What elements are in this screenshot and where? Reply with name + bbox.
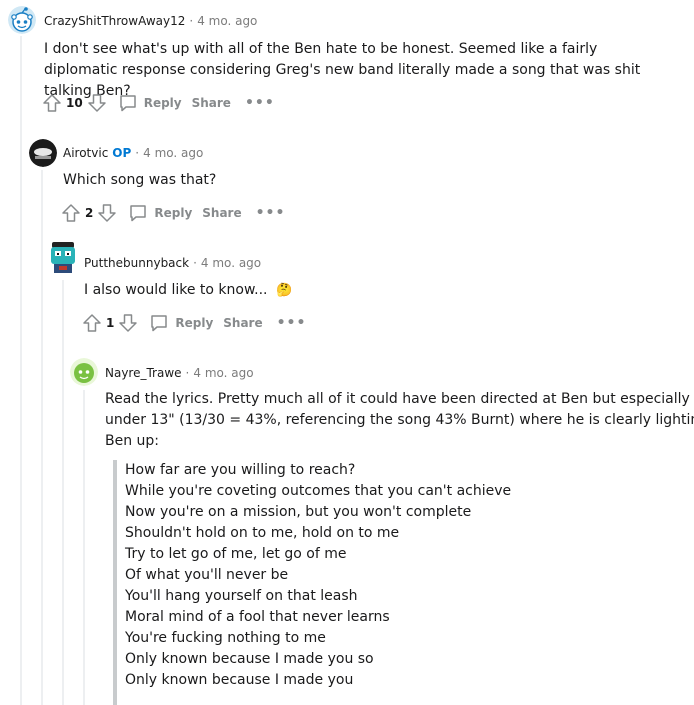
comment-bubble-icon [119, 95, 136, 112]
vote-score: 1 [106, 316, 115, 330]
upvote-arrow-icon [43, 94, 61, 112]
comment-actions: 1 Reply Share ••• [81, 311, 306, 335]
downvote-arrow-icon [87, 94, 106, 112]
downvote-button[interactable] [86, 92, 108, 114]
comment-body-line: Read the lyrics. Pretty much all of it c… [105, 391, 694, 407]
vote-score: 10 [66, 96, 83, 110]
avatar[interactable] [8, 6, 36, 34]
snoo-avatar-icon [8, 6, 36, 34]
comment-body: Read the lyrics. Pretty much all of it c… [105, 389, 694, 452]
share-label: Share [223, 316, 263, 330]
reply-button[interactable]: Reply [118, 93, 182, 113]
comment-timestamp[interactable]: 4 mo. ago [193, 366, 253, 380]
comment-author[interactable]: Airotvic [63, 146, 108, 160]
downvote-button[interactable] [117, 312, 139, 334]
meta-separator: · [135, 146, 140, 160]
comment-body-line: Ben up: [105, 433, 160, 449]
op-badge: OP [112, 146, 132, 160]
meta-separator: · [185, 366, 190, 380]
thread-line-level-3[interactable] [83, 390, 85, 705]
comment-timestamp[interactable]: 4 mo. ago [197, 14, 257, 28]
comment-body: I also would like to know... 🤔 [84, 280, 292, 301]
comment-meta: CrazyShitThrowAway12 · 4 mo. ago [44, 11, 257, 31]
comment-timestamp[interactable]: 4 mo. ago [201, 256, 261, 270]
comment-body-text: I also would like to know... [84, 282, 268, 298]
more-options-button[interactable]: ••• [245, 95, 275, 111]
comment-actions: 10 Reply Share ••• [41, 91, 275, 115]
downvote-arrow-icon [119, 314, 138, 332]
meta-separator: · [193, 256, 197, 270]
upvote-button[interactable] [81, 312, 103, 334]
share-button[interactable]: Share [202, 206, 241, 220]
comment-bubble-icon [130, 205, 147, 222]
comment-author[interactable]: Putthebunnyback [84, 256, 189, 270]
vote-score: 2 [85, 206, 94, 220]
share-label: Share [191, 96, 231, 110]
comment-meta: Putthebunnyback · 4 mo. ago [84, 253, 261, 273]
robot-avatar-icon [51, 242, 75, 273]
upvote-arrow-icon [62, 204, 80, 222]
comment-meta: Nayre_Trawe · 4 mo. ago [105, 363, 254, 383]
comment-bubble-icon [151, 315, 168, 332]
thinking-emoji: 🤔 [275, 283, 293, 298]
comment-body-line: under 13" (13/30 = 43%, referencing the … [105, 412, 694, 428]
reply-button[interactable]: Reply [149, 313, 213, 333]
avatar[interactable] [70, 358, 98, 386]
lyric-line: Shouldn't hold on to me, hold on to me [125, 525, 400, 541]
downvote-button[interactable] [96, 202, 118, 224]
lyric-line: While you're coveting outcomes that you … [125, 483, 512, 499]
reply-label: Reply [175, 316, 214, 330]
lyric-line: You'll hang yourself on that leash [125, 588, 358, 604]
lyric-line: How far are you willing to reach? [125, 462, 356, 478]
lyric-line: Moral mind of a fool that never learns [125, 609, 390, 625]
share-button[interactable]: Share [192, 96, 231, 110]
lyric-line: Now you're on a mission, but you won't c… [125, 504, 472, 520]
comment-actions: 2 Reply Share ••• [60, 201, 285, 225]
comment-meta: Airotvic OP · 4 mo. ago [63, 143, 203, 163]
upvote-arrow-icon [83, 314, 101, 332]
lyric-line: Only known because I made you [125, 672, 354, 688]
comment-body: Which song was that? [63, 172, 217, 188]
upvote-button[interactable] [60, 202, 82, 224]
comment-timestamp[interactable]: 4 mo. ago [143, 146, 203, 160]
meta-separator: · [189, 14, 194, 28]
light-avatar-icon [29, 139, 57, 167]
downvote-arrow-icon [98, 204, 117, 222]
reply-label: Reply [154, 206, 193, 220]
upvote-button[interactable] [41, 92, 63, 114]
lyric-line: You're fucking nothing to me [125, 630, 326, 646]
more-options-button[interactable]: ••• [256, 205, 286, 221]
reply-label: Reply [143, 96, 182, 110]
avatar[interactable] [48, 240, 78, 274]
reply-button[interactable]: Reply [128, 203, 192, 223]
more-options-button[interactable]: ••• [277, 315, 307, 331]
share-label: Share [202, 206, 242, 220]
lyrics-quote: How far are you willing to reach? While … [113, 460, 511, 705]
green-snoo-avatar-icon [70, 358, 98, 386]
lyric-line: Try to let go of me, let go of me [125, 546, 347, 562]
lyric-line: Only known because I made you so [125, 651, 374, 667]
lyric-line: Of what you'll never be [125, 567, 289, 583]
comment-author[interactable]: Nayre_Trawe [105, 366, 182, 380]
comment-author[interactable]: CrazyShitThrowAway12 [44, 14, 185, 28]
thread-line-level-1[interactable] [41, 170, 43, 705]
thread-line-level-0[interactable] [20, 36, 22, 705]
thread-line-level-2[interactable] [62, 280, 64, 705]
avatar[interactable] [29, 139, 57, 167]
share-button[interactable]: Share [223, 316, 262, 330]
